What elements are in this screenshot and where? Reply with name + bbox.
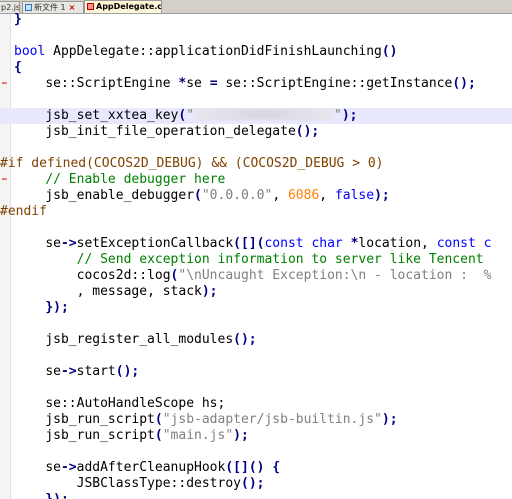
code-line-1: }: [14, 12, 22, 27]
code-editor[interactable]: } bool AppDelegate::applicationDidFinish…: [0, 11, 512, 499]
code-line-16: // Send exception information to server …: [76, 252, 484, 267]
tab-label: AppDelegate.cpp: [96, 2, 162, 11]
redacted-key: [194, 109, 335, 120]
code-line-7-current: jsb_set_xxtea_key(" ");: [0, 108, 512, 124]
code-line-8: jsb_init_file_operation_delegate();: [45, 124, 320, 139]
code-line-25: se::AutoHandleScope hs;: [45, 396, 226, 411]
code-line-15: se->setExceptionCallback([](const char *…: [45, 236, 492, 251]
code-line-17: cocos2d::log("\nUncaught Exception:\n - …: [76, 268, 492, 283]
code-line-31: });: [0, 492, 512, 499]
file-icon: [87, 3, 94, 10]
code-line-19: });: [45, 300, 69, 315]
code-line-3: bool AppDelegate::applicationDidFinishLa…: [14, 44, 398, 59]
code-line-5: se::ScriptEngine *se = se::ScriptEngine:…: [45, 76, 476, 91]
code-line-27: jsb_run_script("main.js");: [45, 428, 249, 443]
code-line-10: − #if defined(COCOS2D_DEBUG) && (COCOS2D…: [0, 156, 512, 185]
code-line-29: se->addAfterCleanupHook([]() {: [45, 460, 281, 475]
code-line-12: jsb_enable_debugger("0.0.0.0", 6086, fal…: [45, 188, 390, 203]
code-line-11: // Enable debugger here: [45, 172, 226, 187]
code-line-21: jsb_register_all_modules();: [45, 332, 257, 347]
code-line-23: se->start();: [45, 364, 140, 379]
code-line-4: − {: [0, 60, 512, 89]
code-line-13: #endif: [0, 204, 47, 219]
code-line-18: , message, stack);: [76, 284, 218, 299]
code-line-30: JSBClassType::destroy();: [76, 476, 265, 491]
file-icon: [25, 4, 32, 11]
code-line-26: jsb_run_script("jsb-adapter/jsb-builtin.…: [45, 412, 398, 427]
